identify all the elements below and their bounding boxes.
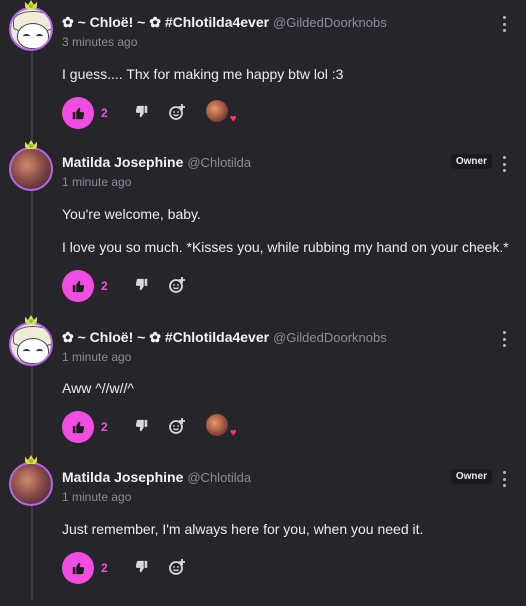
comment-actions: 2 xyxy=(62,552,362,586)
like-count: 2 xyxy=(101,279,108,293)
reaction-chip[interactable]: ♥ xyxy=(206,414,237,440)
author-name[interactable]: ✿ ~ Chloë! ~ ✿ #Chlotilda4ever xyxy=(62,329,269,345)
add-reaction-icon xyxy=(169,559,185,575)
add-reaction-icon xyxy=(169,418,185,434)
add-reaction-icon xyxy=(169,104,185,120)
thumbs-down-icon xyxy=(135,105,148,118)
comment-header: Matilda Josephine @Chlotilda xyxy=(62,154,251,170)
author-handle[interactable]: @Chlotilda xyxy=(187,470,251,485)
more-vertical-icon[interactable] xyxy=(502,471,506,487)
timestamp: 1 minute ago xyxy=(62,350,132,364)
more-vertical-icon[interactable] xyxy=(502,16,506,32)
comment-actions: 2 xyxy=(62,270,362,304)
author-name[interactable]: Matilda Josephine xyxy=(62,469,183,485)
avatar[interactable] xyxy=(9,462,53,506)
comment-header: ✿ ~ Chloë! ~ ✿ #Chlotilda4ever @GildedDoo… xyxy=(62,329,387,346)
heart-icon: ♥ xyxy=(230,427,237,439)
more-vertical-icon[interactable] xyxy=(502,156,506,172)
author-handle[interactable]: @Chlotilda xyxy=(187,155,251,170)
reaction-chip[interactable]: ♥ xyxy=(206,100,237,126)
thumbs-down-icon xyxy=(135,560,148,573)
like-count: 2 xyxy=(101,106,108,120)
thumbs-down-icon xyxy=(135,419,148,432)
thumbs-up-icon xyxy=(72,421,85,434)
author-handle[interactable]: @GildedDoorknobs xyxy=(273,330,387,345)
comment: ✿ ~ Chloë! ~ ✿ #Chlotilda4ever @GildedDoo… xyxy=(0,0,526,140)
comment: Matilda Josephine @Chlotilda Owner 1 minu… xyxy=(0,455,526,605)
avatar[interactable] xyxy=(9,7,53,51)
add-reaction-button[interactable] xyxy=(168,558,186,576)
avatar[interactable] xyxy=(9,322,53,366)
more-vertical-icon[interactable] xyxy=(502,331,506,347)
comment-text: Aww ^//w//^ xyxy=(62,380,135,396)
comment-header: Matilda Josephine @Chlotilda xyxy=(62,469,251,485)
thumbs-up-icon xyxy=(72,280,85,293)
comment-actions: 2 ♥ xyxy=(62,97,362,131)
dislike-button[interactable] xyxy=(135,278,151,294)
timestamp: 3 minutes ago xyxy=(62,35,138,49)
comment-actions: 2 ♥ xyxy=(62,411,362,445)
like-count: 2 xyxy=(101,420,108,434)
crown-gem-icon xyxy=(29,459,33,463)
author-name[interactable]: Matilda Josephine xyxy=(62,154,183,170)
comment: ✿ ~ Chloë! ~ ✿ #Chlotilda4ever @GildedDoo… xyxy=(0,315,526,455)
like-button[interactable] xyxy=(62,97,94,129)
owner-badge: Owner xyxy=(450,469,492,484)
comment-text: You're welcome, baby. xyxy=(62,206,201,222)
add-reaction-button[interactable] xyxy=(168,103,186,121)
dislike-button[interactable] xyxy=(135,105,151,121)
comment-header: ✿ ~ Chloë! ~ ✿ #Chlotilda4ever @GildedDoo… xyxy=(62,14,387,31)
timestamp: 1 minute ago xyxy=(62,175,132,189)
crown-gem-icon xyxy=(29,319,33,323)
reaction-avatar xyxy=(206,100,228,122)
like-button[interactable] xyxy=(62,552,94,584)
avatar[interactable] xyxy=(9,147,53,191)
crown-gem-icon xyxy=(29,144,33,148)
author-handle[interactable]: @GildedDoorknobs xyxy=(273,15,387,30)
comment-text: Just remember, I'm always here for you, … xyxy=(62,521,424,537)
add-reaction-button[interactable] xyxy=(168,417,186,435)
comment: Matilda Josephine @Chlotilda Owner 1 minu… xyxy=(0,140,526,315)
heart-icon: ♥ xyxy=(230,113,237,125)
thumbs-down-icon xyxy=(135,278,148,291)
thumbs-up-icon xyxy=(72,107,85,120)
author-name[interactable]: ✿ ~ Chloë! ~ ✿ #Chlotilda4ever xyxy=(62,14,269,30)
comment-text: I love you so much. *Kisses you, while r… xyxy=(62,239,509,255)
like-button[interactable] xyxy=(62,270,94,302)
dislike-button[interactable] xyxy=(135,419,151,435)
add-reaction-icon xyxy=(169,277,185,293)
thumbs-up-icon xyxy=(72,562,85,575)
reaction-avatar xyxy=(206,414,228,436)
crown-gem-icon xyxy=(29,4,33,8)
comment-text: I guess.... Thx for making me happy btw … xyxy=(62,66,344,82)
owner-badge: Owner xyxy=(450,154,492,169)
timestamp: 1 minute ago xyxy=(62,490,132,504)
like-count: 2 xyxy=(101,561,108,575)
add-reaction-button[interactable] xyxy=(168,276,186,294)
dislike-button[interactable] xyxy=(135,560,151,576)
like-button[interactable] xyxy=(62,411,94,443)
